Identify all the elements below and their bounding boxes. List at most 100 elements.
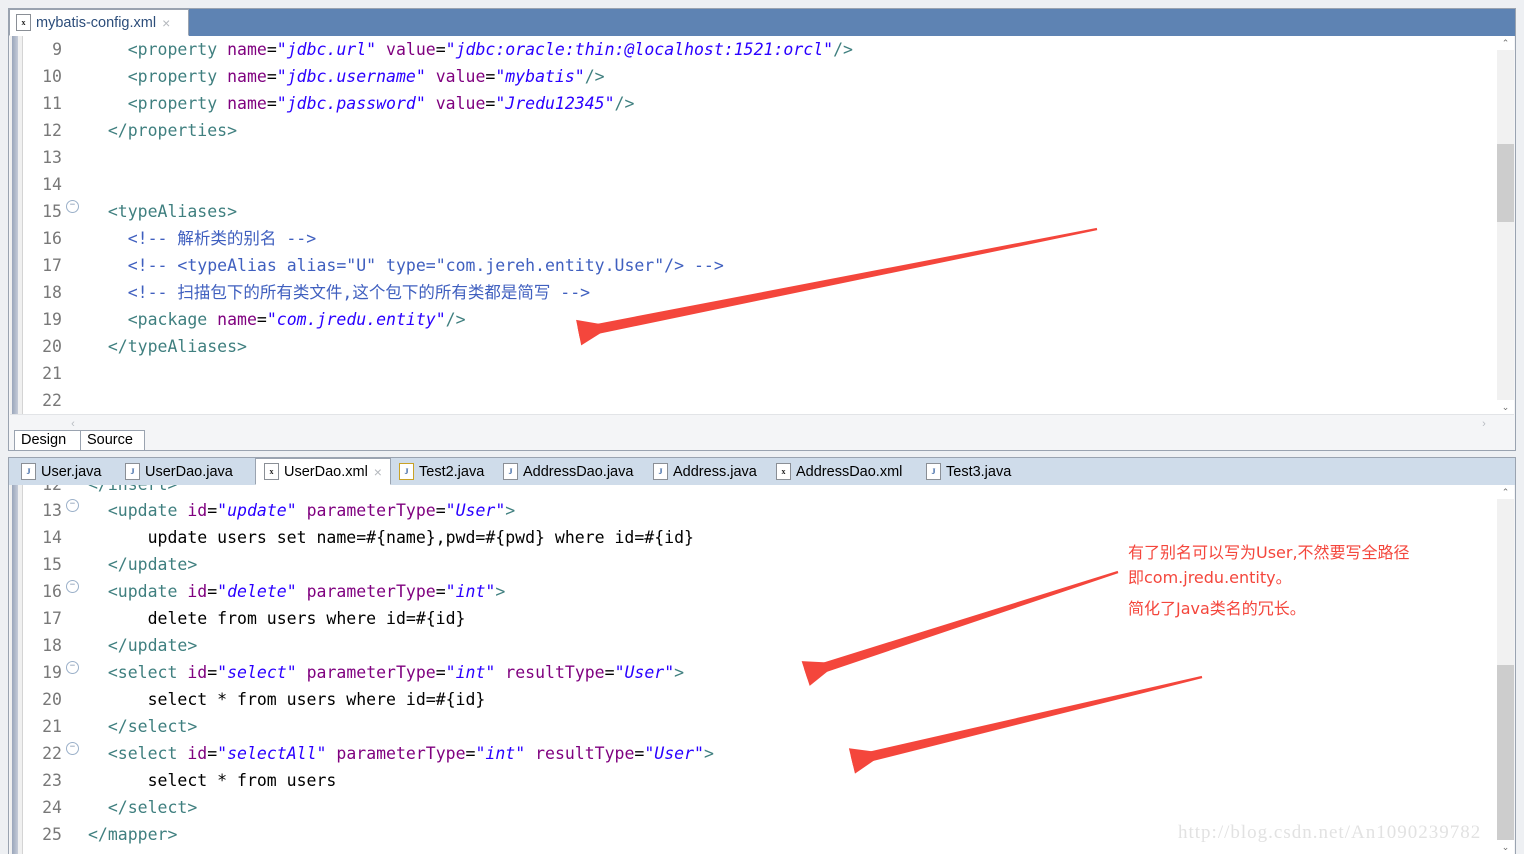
code-line[interactable]: 22: [10, 387, 1514, 414]
scroll-down-icon[interactable]: ⌄: [1497, 400, 1514, 414]
bottom-editor-text-area[interactable]: 12</insert>13− <update id="update" param…: [10, 485, 1514, 854]
code-line[interactable]: 14 update users set name=#{name},pwd=#{p…: [10, 524, 1514, 551]
line-number: 22: [42, 744, 62, 763]
top-editor-code[interactable]: 9 <property name="jdbc.url" value="jdbc:…: [10, 36, 1514, 414]
close-icon[interactable]: ×: [374, 464, 382, 480]
code-line[interactable]: 17 <!-- <typeAlias alias="U" type="com.j…: [10, 252, 1514, 279]
scrollbar-thumb[interactable]: [1497, 144, 1514, 222]
scroll-up-icon[interactable]: ⌃: [1497, 485, 1514, 499]
code-line[interactable]: 18 <!-- 扫描包下的所有类文件,这个包下的所有类都是简写 -->: [10, 279, 1514, 306]
code-line[interactable]: 15 </update>: [10, 551, 1514, 578]
code-line[interactable]: 17 delete from users where id=#{id}: [10, 605, 1514, 632]
line-number: 13: [42, 501, 62, 520]
code-text: <package name="com.jredu.entity"/>: [127, 310, 466, 329]
code-line[interactable]: 12 </properties>: [10, 117, 1514, 144]
code-text: update users set name=#{name},pwd=#{pwd}…: [88, 528, 694, 547]
tab-label: Test2.java: [419, 463, 485, 480]
line-number: 15: [42, 555, 62, 574]
scroll-down-icon[interactable]: ⌄: [1497, 840, 1514, 854]
fold-toggle-icon[interactable]: −: [66, 200, 79, 213]
code-line[interactable]: 23 select * from users: [10, 767, 1514, 794]
line-number: 9: [52, 40, 62, 59]
tab-label: Test3.java: [946, 463, 1012, 480]
line-number: 14: [42, 528, 62, 547]
line-number: 15: [42, 202, 62, 221]
code-line[interactable]: 20 </typeAliases>: [10, 333, 1514, 360]
code-text: <update id="update" parameterType="User"…: [107, 501, 516, 520]
code-text: <property name="jdbc.username" value="my…: [127, 67, 605, 86]
tab-label: User.java: [41, 463, 102, 480]
code-line[interactable]: 21: [10, 360, 1514, 387]
tab-userdao-java[interactable]: J UserDao.java: [117, 458, 255, 485]
tab-address-java[interactable]: J Address.java: [645, 458, 768, 485]
bottom-editor-code[interactable]: 12</insert>13− <update id="update" param…: [10, 485, 1514, 854]
line-number: 11: [42, 94, 62, 113]
line-number: 16: [42, 582, 62, 601]
top-editor-text-area[interactable]: 9 <property name="jdbc.url" value="jdbc:…: [10, 36, 1514, 414]
code-line[interactable]: 21 </select>: [10, 713, 1514, 740]
java-warning-file-icon: J: [399, 463, 414, 480]
line-number: 12: [10, 485, 62, 497]
tab-design[interactable]: Design: [14, 430, 81, 451]
close-icon[interactable]: ×: [162, 15, 170, 31]
tab-user-java[interactable]: J User.java: [13, 458, 117, 485]
scroll-up-icon[interactable]: ⌃: [1497, 36, 1514, 50]
tab-test2-java[interactable]: J Test2.java: [391, 458, 495, 485]
code-line[interactable]: 14: [10, 171, 1514, 198]
tab-userdao-xml[interactable]: x UserDao.xml ×: [255, 458, 391, 485]
code-text: </update>: [107, 636, 198, 655]
code-line[interactable]: 15− <typeAliases>: [10, 198, 1514, 225]
java-file-icon: J: [653, 463, 668, 480]
bottom-editor-vertical-scrollbar[interactable]: ⌃ ⌄: [1497, 485, 1514, 854]
tab-addressdao-java[interactable]: J AddressDao.java: [495, 458, 645, 485]
code-line[interactable]: 16− <update id="delete" parameterType="i…: [10, 578, 1514, 605]
java-file-icon: J: [926, 463, 941, 480]
xml-file-icon: x: [264, 463, 279, 480]
line-number: 22: [42, 391, 62, 410]
fold-toggle-icon[interactable]: −: [66, 742, 79, 755]
java-file-icon: J: [125, 463, 140, 480]
tab-addressdao-xml[interactable]: x AddressDao.xml: [768, 458, 918, 485]
code-line[interactable]: 24 </select>: [10, 794, 1514, 821]
xml-file-icon: x: [776, 463, 791, 480]
top-editor-vertical-scrollbar[interactable]: ⌃ ⌄: [1497, 36, 1514, 414]
code-text: </update>: [107, 555, 198, 574]
code-text: delete from users where id=#{id}: [88, 609, 466, 628]
code-text: </typeAliases>: [107, 337, 247, 356]
tab-test3-java[interactable]: J Test3.java: [918, 458, 1023, 485]
code-line[interactable]: 19 <package name="com.jredu.entity"/>: [10, 306, 1514, 333]
code-line[interactable]: 10 <property name="jdbc.username" value=…: [10, 63, 1514, 90]
fold-toggle-icon[interactable]: −: [66, 661, 79, 674]
tab-label: AddressDao.java: [523, 463, 634, 480]
code-text: <property name="jdbc.url" value="jdbc:or…: [127, 40, 853, 59]
code-text: <!-- <typeAlias alias="U" type="com.jere…: [127, 256, 724, 275]
code-text: select * from users where id=#{id}: [88, 690, 486, 709]
code-text: <property name="jdbc.password" value="Jr…: [127, 94, 635, 113]
scrollbar-thumb[interactable]: [1497, 665, 1514, 840]
tab-mybatis-config-xml[interactable]: x mybatis-config.xml ×: [9, 9, 189, 36]
code-line[interactable]: 13− <update id="update" parameterType="U…: [10, 497, 1514, 524]
code-line[interactable]: 13: [10, 144, 1514, 171]
code-line[interactable]: 22− <select id="selectAll" parameterType…: [10, 740, 1514, 767]
code-line[interactable]: 20 select * from users where id=#{id}: [10, 686, 1514, 713]
code-line[interactable]: 19− <select id="select" parameterType="i…: [10, 659, 1514, 686]
scroll-right-icon[interactable]: ›: [1476, 415, 1492, 434]
fold-toggle-icon[interactable]: −: [66, 580, 79, 593]
code-line[interactable]: 9 <property name="jdbc.url" value="jdbc:…: [10, 36, 1514, 63]
tab-label: mybatis-config.xml: [36, 14, 157, 31]
tab-source[interactable]: Source: [80, 430, 145, 451]
fold-toggle-icon[interactable]: −: [66, 499, 79, 512]
code-line[interactable]: 11 <property name="jdbc.password" value=…: [10, 90, 1514, 117]
code-text: select * from users: [88, 771, 337, 790]
tab-label: UserDao.xml: [284, 463, 368, 480]
code-line[interactable]: 25 </mapper>: [10, 821, 1514, 848]
code-line[interactable]: 18 </update>: [10, 632, 1514, 659]
code-text: </insert>: [88, 485, 177, 497]
line-number: 12: [42, 121, 62, 140]
tab-label: UserDao.java: [145, 463, 233, 480]
top-editor-horizontal-scrollbar[interactable]: ‹ ›: [10, 414, 1514, 434]
code-line[interactable]: 16 <!-- 解析类的别名 -->: [10, 225, 1514, 252]
top-editor-pane: x mybatis-config.xml × 9 <property name=…: [0, 0, 1524, 455]
code-text: </select>: [107, 798, 198, 817]
line-number: 20: [42, 337, 62, 356]
